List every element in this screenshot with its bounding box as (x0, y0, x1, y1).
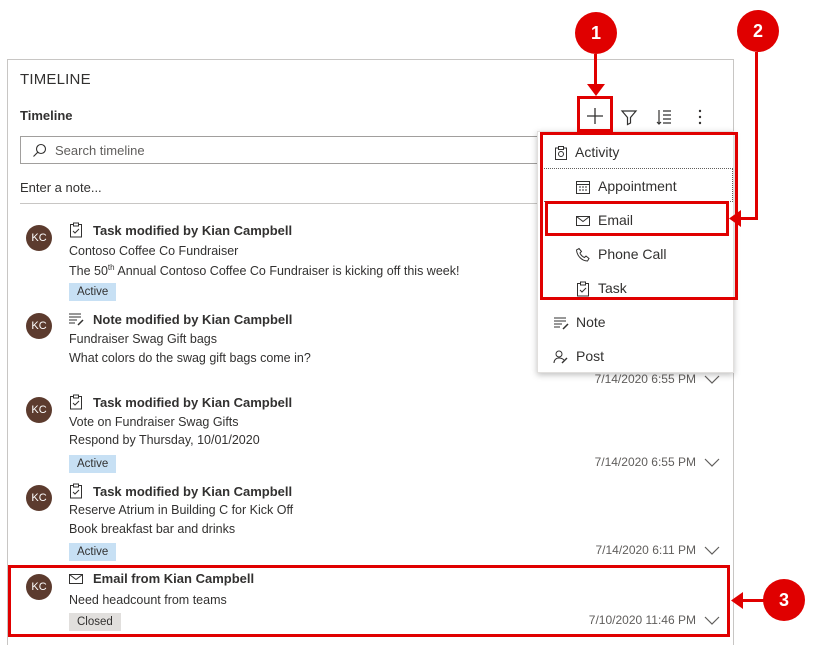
task-icon (70, 222, 82, 238)
arrow-head-1 (587, 84, 605, 96)
search-icon (33, 143, 47, 157)
item-description: Book breakfast bar and drinks (69, 522, 236, 536)
avatar: KC (26, 225, 52, 251)
item-timestamp: 7/14/2020 6:55 PM (595, 372, 720, 386)
status-badge: Active (69, 455, 117, 473)
callout-arrow-1 (594, 54, 597, 88)
item-subject: Vote on Fundraiser Swag Gifts (69, 415, 239, 429)
more-icon (698, 109, 702, 125)
note-input[interactable]: Enter a note... (20, 180, 102, 195)
filter-icon (620, 110, 638, 126)
avatar: KC (26, 485, 52, 511)
chevron-down-icon[interactable] (704, 458, 720, 468)
task-icon (70, 394, 82, 410)
status-badge: Active (69, 543, 117, 561)
item-title: Task modified by Kian Campbell (93, 223, 293, 238)
callout-badge-2: 2 (737, 10, 779, 52)
arrow-head-2 (729, 210, 741, 227)
item-subject: Reserve Atrium in Building C for Kick Of… (69, 503, 294, 517)
divider (20, 203, 540, 204)
callout-badge-3: 3 (763, 579, 805, 621)
timeline-label: Timeline (20, 108, 73, 123)
filter-button[interactable] (616, 104, 642, 130)
item-description: Respond by Thursday, 10/01/2020 (69, 433, 260, 447)
callout-badge-1: 1 (575, 12, 617, 54)
search-input[interactable]: Search timeline (20, 136, 540, 164)
chevron-down-icon[interactable] (704, 546, 720, 556)
more-button[interactable] (687, 104, 713, 130)
search-placeholder: Search timeline (55, 143, 145, 158)
sort-button[interactable] (651, 104, 677, 130)
timeline-item[interactable]: KC Task modified by Kian Campbell Vote o… (20, 392, 720, 476)
item-title: Task modified by Kian Campbell (93, 395, 293, 410)
avatar: KC (26, 313, 52, 339)
section-title: TIMELINE (20, 71, 91, 88)
post-icon (553, 350, 568, 364)
sort-icon (656, 110, 671, 125)
highlight-add-button (577, 96, 613, 132)
item-timestamp: 7/14/2020 6:11 PM (595, 543, 720, 557)
chevron-down-icon[interactable] (704, 375, 720, 385)
item-description: The 50th Annual Contoso Coffee Co Fundra… (69, 263, 460, 279)
menu-item-note[interactable]: Note (538, 308, 733, 338)
note-icon (69, 313, 84, 326)
note-icon (554, 317, 569, 330)
item-subject: Fundraiser Swag Gift bags (69, 332, 217, 346)
highlight-email-item (545, 201, 729, 236)
avatar: KC (26, 397, 52, 423)
item-timestamp: 7/14/2020 6:55 PM (595, 455, 720, 469)
item-description: What colors do the swag gift bags come i… (69, 351, 311, 365)
task-icon (70, 483, 82, 499)
callout-arrow-3 (742, 599, 764, 602)
status-badge: Active (69, 283, 117, 301)
menu-item-post[interactable]: Post (538, 342, 733, 372)
highlight-email-record (8, 565, 730, 637)
callout-arrow-2b (740, 217, 758, 220)
item-title: Note modified by Kian Campbell (93, 312, 293, 327)
item-subject: Contoso Coffee Co Fundraiser (69, 244, 239, 258)
item-title: Task modified by Kian Campbell (93, 484, 293, 499)
arrow-head-3 (731, 592, 743, 609)
timeline-item[interactable]: KC Task modified by Kian Campbell Reserv… (20, 481, 720, 563)
callout-arrow-2 (755, 52, 758, 220)
